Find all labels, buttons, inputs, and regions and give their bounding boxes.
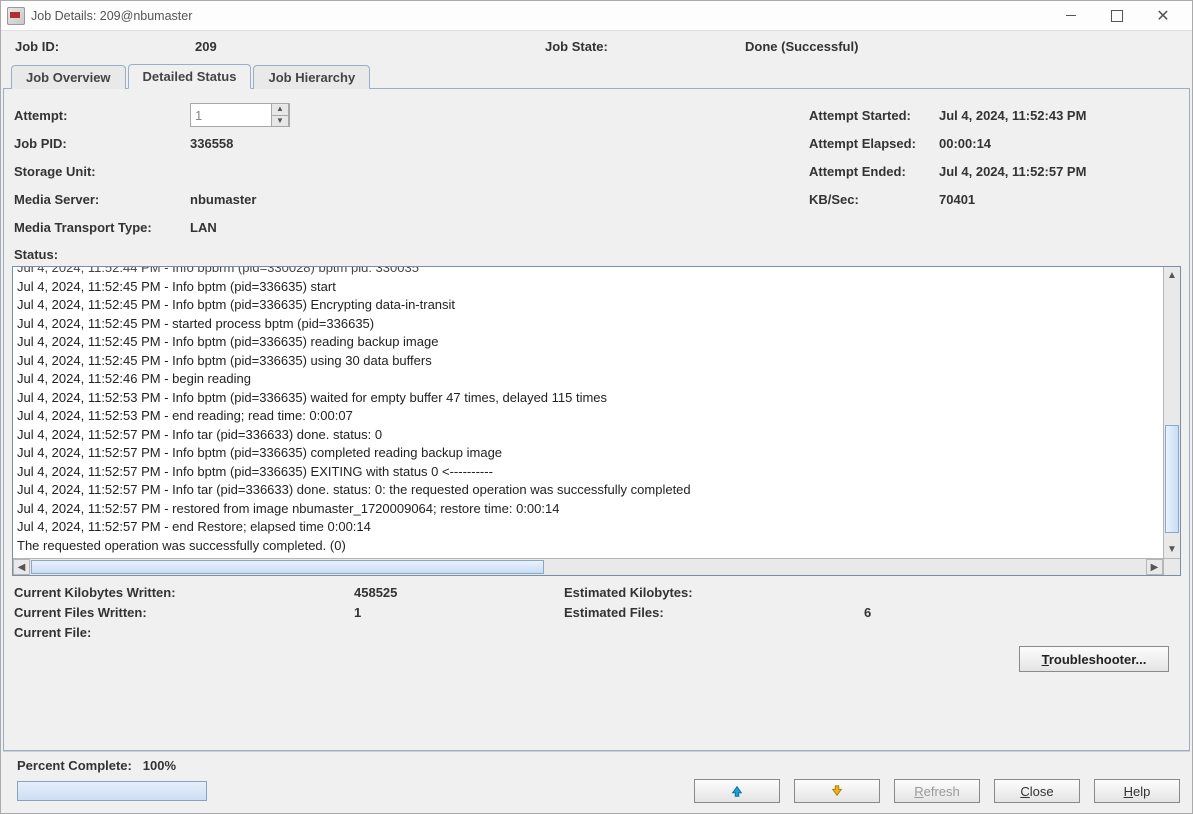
estimated-kb-label: Estimated Kilobytes: bbox=[564, 585, 864, 600]
log-line: Jul 4, 2024, 11:52:45 PM - Info bptm (pi… bbox=[17, 352, 1159, 371]
job-pid-value: 336558 bbox=[190, 136, 233, 151]
kb-sec-value: 70401 bbox=[939, 192, 975, 207]
status-log: Jul 4, 2024, 11:52:44 PM - Info bpbrm (p… bbox=[12, 266, 1181, 576]
log-line: Jul 4, 2024, 11:52:57 PM - end Restore; … bbox=[17, 518, 1159, 537]
attempt-input[interactable] bbox=[191, 106, 271, 125]
scroll-right-icon[interactable]: ▶ bbox=[1146, 559, 1163, 575]
next-button[interactable] bbox=[794, 779, 880, 803]
arrow-down-icon bbox=[830, 784, 844, 798]
log-line: Jul 4, 2024, 11:52:57 PM - Info tar (pid… bbox=[17, 426, 1159, 445]
log-line: Jul 4, 2024, 11:52:45 PM - Info bptm (pi… bbox=[17, 278, 1159, 297]
footer: Percent Complete: 100% Refresh Close bbox=[3, 751, 1190, 811]
log-line: The requested operation was successfully… bbox=[17, 537, 1159, 556]
current-files-value: 1 bbox=[354, 605, 361, 620]
storage-unit-label: Storage Unit: bbox=[14, 164, 190, 179]
prev-button[interactable] bbox=[694, 779, 780, 803]
job-state-value: Done (Successful) bbox=[745, 39, 858, 54]
scroll-left-icon[interactable]: ◀ bbox=[13, 559, 30, 575]
detail-grid: Attempt: ▲ ▼ Job PID: 336558 bbox=[12, 97, 1181, 243]
attempt-spin-up[interactable]: ▲ bbox=[271, 103, 289, 115]
media-server-label: Media Server: bbox=[14, 192, 190, 207]
troubleshooter-label: roubleshooter... bbox=[1049, 652, 1147, 667]
tab-detailed-status[interactable]: Detailed Status bbox=[128, 64, 252, 89]
log-line: Jul 4, 2024, 11:52:44 PM - Info bpbrm (p… bbox=[17, 267, 1159, 278]
attempt-spin-down[interactable]: ▼ bbox=[271, 115, 289, 128]
attempt-spinbox[interactable]: ▲ ▼ bbox=[190, 103, 290, 127]
attempt-started-label: Attempt Started: bbox=[809, 108, 939, 123]
scroll-down-icon[interactable]: ▼ bbox=[1164, 541, 1180, 558]
log-line: Jul 4, 2024, 11:52:46 PM - begin reading bbox=[17, 370, 1159, 389]
refresh-button[interactable]: Refresh bbox=[894, 779, 980, 803]
job-pid-label: Job PID: bbox=[14, 136, 190, 151]
attempt-elapsed-value: 00:00:14 bbox=[939, 136, 991, 151]
close-button[interactable]: Close bbox=[994, 779, 1080, 803]
job-id-label: Job ID: bbox=[15, 39, 195, 54]
tab-job-overview[interactable]: Job Overview bbox=[11, 65, 126, 89]
status-log-text[interactable]: Jul 4, 2024, 11:52:44 PM - Info bpbrm (p… bbox=[13, 267, 1163, 558]
log-line: Jul 4, 2024, 11:52:45 PM - Info bptm (pi… bbox=[17, 333, 1159, 352]
scroll-h-thumb[interactable] bbox=[31, 560, 544, 574]
kb-sec-label: KB/Sec: bbox=[809, 192, 939, 207]
status-label: Status: bbox=[12, 243, 1181, 264]
window-maximize-button[interactable] bbox=[1094, 1, 1140, 31]
tab-panel-detailed-status: Attempt: ▲ ▼ Job PID: 336558 bbox=[3, 88, 1190, 751]
log-line: Jul 4, 2024, 11:52:45 PM - Info bptm (pi… bbox=[17, 296, 1159, 315]
attempt-ended-value: Jul 4, 2024, 11:52:57 PM bbox=[939, 164, 1086, 179]
scroll-h-track[interactable] bbox=[30, 559, 1146, 575]
log-line: Jul 4, 2024, 11:52:57 PM - Info bptm (pi… bbox=[17, 463, 1159, 482]
scroll-thumb[interactable] bbox=[1165, 425, 1179, 533]
job-state-label: Job State: bbox=[545, 39, 745, 54]
titlebar[interactable]: Job Details: 209@nbumaster ✕ bbox=[1, 1, 1192, 31]
media-transport-label: Media Transport Type: bbox=[14, 220, 190, 235]
media-transport-value: LAN bbox=[190, 220, 217, 235]
estimated-files-label: Estimated Files: bbox=[564, 605, 864, 620]
log-line: Jul 4, 2024, 11:52:45 PM - started proce… bbox=[17, 315, 1159, 334]
window-close-button[interactable]: ✕ bbox=[1140, 1, 1186, 31]
app-icon bbox=[7, 7, 25, 25]
job-id-value: 209 bbox=[195, 39, 217, 54]
horizontal-scrollbar[interactable]: ◀ ▶ bbox=[13, 558, 1180, 575]
log-line: Jul 4, 2024, 11:52:57 PM - Info bptm (pi… bbox=[17, 444, 1159, 463]
scroll-up-icon[interactable]: ▲ bbox=[1164, 267, 1180, 284]
current-file-label: Current File: bbox=[14, 625, 354, 640]
scroll-track[interactable] bbox=[1164, 284, 1180, 541]
summary: Current Kilobytes Written: 458525 Curren… bbox=[12, 576, 1181, 644]
log-line: Jul 4, 2024, 11:52:53 PM - end reading; … bbox=[17, 407, 1159, 426]
tabstrip: Job Overview Detailed Status Job Hierarc… bbox=[3, 62, 1190, 88]
window-title: Job Details: 209@nbumaster bbox=[31, 9, 192, 23]
log-line: Jul 4, 2024, 11:52:57 PM - Info tar (pid… bbox=[17, 481, 1159, 500]
attempt-label: Attempt: bbox=[14, 108, 190, 123]
percent-complete-label: Percent Complete: bbox=[17, 758, 132, 773]
percent-complete-value: 100% bbox=[143, 758, 176, 773]
current-files-label: Current Files Written: bbox=[14, 605, 354, 620]
current-kb-label: Current Kilobytes Written: bbox=[14, 585, 354, 600]
help-button[interactable]: Help bbox=[1094, 779, 1180, 803]
attempt-ended-label: Attempt Ended: bbox=[809, 164, 939, 179]
estimated-files-value: 6 bbox=[864, 605, 871, 620]
window-minimize-button[interactable] bbox=[1048, 1, 1094, 31]
content: Job ID: 209 Job State: Done (Successful)… bbox=[1, 31, 1192, 813]
window: Job Details: 209@nbumaster ✕ Job ID: 209… bbox=[0, 0, 1193, 814]
vertical-scrollbar[interactable]: ▲ ▼ bbox=[1163, 267, 1180, 558]
log-line: Jul 4, 2024, 11:52:57 PM - restored from… bbox=[17, 500, 1159, 519]
progress-bar bbox=[17, 781, 207, 801]
media-server-value: nbumaster bbox=[190, 192, 256, 207]
troubleshooter-button[interactable]: Troubleshooter... bbox=[1019, 646, 1169, 672]
arrow-up-icon bbox=[730, 784, 744, 798]
tab-job-hierarchy[interactable]: Job Hierarchy bbox=[253, 65, 370, 89]
log-line: Jul 4, 2024, 11:52:53 PM - Info bptm (pi… bbox=[17, 389, 1159, 408]
attempt-elapsed-label: Attempt Elapsed: bbox=[809, 136, 939, 151]
job-header: Job ID: 209 Job State: Done (Successful) bbox=[3, 35, 1190, 62]
attempt-started-value: Jul 4, 2024, 11:52:43 PM bbox=[939, 108, 1086, 123]
current-kb-value: 458525 bbox=[354, 585, 397, 600]
